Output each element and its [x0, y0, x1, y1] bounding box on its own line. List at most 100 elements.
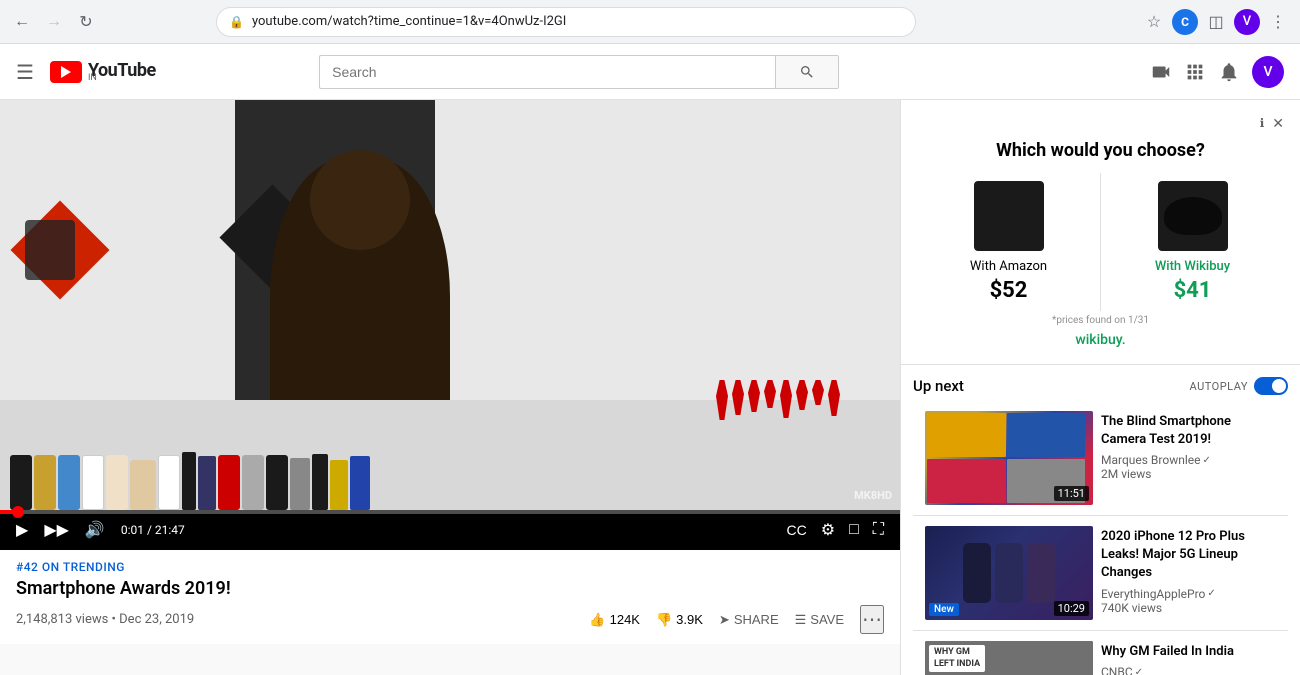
thumbnail-2: 10:29 New	[925, 526, 1093, 620]
time-display: 0:01 / 21:47	[121, 523, 185, 537]
card-channel-3: CNBC ✓	[1101, 665, 1276, 675]
ad-info-icon[interactable]: ℹ	[1260, 116, 1265, 132]
amazon-label: With Amazon	[925, 259, 1092, 274]
person-head	[310, 150, 410, 250]
wikibuy-price: $41	[1109, 278, 1276, 303]
card-title-3: Why GM Failed In India	[1101, 643, 1276, 661]
menu-button[interactable]: ⋮	[1264, 8, 1292, 36]
ad-product-wikibuy[interactable]: With Wikibuy $41	[1101, 173, 1284, 311]
below-video-info: #42 ON TRENDING Smartphone Awards 2019! …	[0, 550, 900, 644]
controller-icon-wikibuy	[1164, 197, 1222, 235]
miniplayer-button[interactable]: □	[845, 517, 863, 543]
like-count: 124K	[610, 612, 640, 627]
wikibuy-label: With Wikibuy	[1109, 259, 1276, 274]
up-next-section: Up next AUTOPLAY 11:51	[901, 365, 1300, 675]
search-button[interactable]	[775, 55, 839, 89]
bookmark-button[interactable]: ☆	[1140, 8, 1168, 36]
thumbs-up-icon: 👍	[589, 612, 605, 628]
ad-product-amazon[interactable]: With Amazon $52	[917, 173, 1101, 311]
search-bar	[319, 55, 839, 89]
thumbnail-1: 11:51	[925, 411, 1093, 505]
like-button[interactable]: 👍 124K	[589, 612, 640, 628]
apps-button[interactable]	[1184, 61, 1206, 83]
dislike-button[interactable]: 👎 3.9K	[656, 612, 703, 628]
new-badge-2: New	[929, 603, 959, 616]
view-count: 2,148,813 views • Dec 23, 2019	[16, 612, 194, 627]
duration-badge-2: 10:29	[1054, 601, 1089, 616]
youtube-logo-country: IN	[88, 73, 156, 83]
progress-dot	[12, 506, 24, 518]
video-card-2[interactable]: 10:29 New 2020 iPhone 12 Pro Plus Leaks!…	[913, 520, 1288, 626]
share-button[interactable]: ➤ SHARE	[719, 612, 779, 628]
url-text: youtube.com/watch?time_continue=1&v=4Onw…	[252, 14, 566, 29]
video-card-3[interactable]: WHY GMLEFT INDIA Why GM Failed In India …	[913, 635, 1288, 675]
card-title-2: 2020 iPhone 12 Pro Plus Leaks! Major 5G …	[1101, 528, 1276, 583]
price-note: *prices found on 1/31	[917, 315, 1284, 326]
play-button[interactable]: ▶	[12, 516, 32, 544]
upload-button[interactable]	[1150, 61, 1172, 83]
video-actions: 👍 124K 👎 3.9K ➤ SHARE ☰ SAVE	[589, 605, 884, 634]
subtitles-button[interactable]: CC	[783, 518, 811, 542]
save-button[interactable]: ☰ SAVE	[795, 612, 844, 628]
search-input[interactable]	[319, 55, 775, 89]
volume-button[interactable]: 🔊	[81, 516, 109, 544]
video-background: MK8HD	[0, 100, 900, 510]
amazon-product-image	[974, 181, 1044, 251]
verified-icon-1: ✓	[1203, 455, 1211, 466]
share-icon: ➤	[719, 612, 730, 628]
verified-icon-2: ✓	[1207, 588, 1215, 599]
browser-actions: ☆ C ◫ V ⋮	[1140, 8, 1292, 36]
notifications-button[interactable]	[1218, 61, 1240, 83]
thumbs-down-icon: 👎	[656, 612, 672, 628]
up-next-header: Up next AUTOPLAY	[913, 377, 1288, 395]
trending-badge: #42 ON TRENDING	[16, 560, 884, 574]
back-button[interactable]: ←	[8, 8, 36, 36]
card-info-3: Why GM Failed In India CNBC ✓ Recommende…	[1101, 641, 1276, 675]
autoplay-label: AUTOPLAY	[1190, 380, 1248, 393]
controls-right: CC ⚙ □ ⛶	[783, 516, 888, 544]
more-button[interactable]: ⋯	[860, 605, 884, 634]
user-avatar[interactable]: V	[1252, 56, 1284, 88]
reload-button[interactable]: ↻	[72, 8, 100, 36]
card-views-2: 740K views	[1101, 601, 1276, 615]
user-avatar-browser[interactable]: V	[1234, 9, 1260, 35]
divider-2	[913, 630, 1288, 631]
video-player[interactable]: MK8HD	[0, 100, 900, 510]
header-actions: V	[1150, 56, 1284, 88]
settings-button[interactable]: ⚙	[817, 516, 839, 544]
youtube-logo-icon	[50, 61, 82, 83]
profile-circle[interactable]: C	[1172, 9, 1198, 35]
card-title-1: The Blind Smartphone Camera Test 2019!	[1101, 413, 1276, 449]
video-card-1[interactable]: 11:51 The Blind Smartphone Camera Test 2…	[913, 405, 1288, 511]
amazon-price: $52	[925, 278, 1092, 303]
thumbnail-3: WHY GMLEFT INDIA	[925, 641, 1093, 675]
autoplay-section: AUTOPLAY	[1190, 377, 1288, 395]
wikibuy-link[interactable]: wikibuy.	[917, 332, 1284, 348]
card-info-1: The Blind Smartphone Camera Test 2019! M…	[1101, 411, 1276, 505]
card-info-2: 2020 iPhone 12 Pro Plus Leaks! Major 5G …	[1101, 526, 1276, 620]
forward-button[interactable]: →	[40, 8, 68, 36]
extension-button[interactable]: ◫	[1202, 8, 1230, 36]
fullscreen-button[interactable]: ⛶	[869, 517, 888, 543]
nav-buttons: ← → ↻	[8, 8, 100, 36]
search-icon	[799, 64, 815, 80]
dislike-count: 3.9K	[676, 612, 703, 627]
progress-bar-container[interactable]	[0, 510, 900, 514]
youtube-logo[interactable]: YouTube IN	[50, 60, 156, 83]
autoplay-toggle[interactable]	[1254, 377, 1288, 395]
ad-products: With Amazon $52 With Wikibuy $41	[917, 173, 1284, 311]
video-meta: 2,148,813 views • Dec 23, 2019 👍 124K 👎 …	[16, 605, 884, 634]
trophies	[716, 380, 840, 420]
ad-section: ℹ ✕ Which would you choose? With Amazon …	[901, 100, 1300, 365]
next-button[interactable]: ▶▶	[40, 516, 73, 544]
wikibuy-product-image	[1158, 181, 1228, 251]
video-controls: ▶ ▶▶ 🔊 0:01 / 21:47 CC ⚙ □ ⛶	[0, 510, 900, 550]
ad-close-button[interactable]: ✕	[1272, 116, 1284, 132]
ad-title: Which would you choose?	[917, 140, 1284, 161]
card-channel-2: EverythingApplePro ✓	[1101, 587, 1276, 601]
address-bar[interactable]: 🔒 youtube.com/watch?time_continue=1&v=4O…	[216, 7, 916, 37]
verified-icon-3: ✓	[1135, 667, 1143, 675]
hamburger-menu[interactable]: ☰	[16, 60, 34, 84]
main-content: MK8HD ▶ ▶▶ 🔊 0:01 / 21:47 CC ⚙ □ ⛶ #42 O…	[0, 100, 1300, 675]
youtube-header: ☰ YouTube IN V	[0, 44, 1300, 100]
